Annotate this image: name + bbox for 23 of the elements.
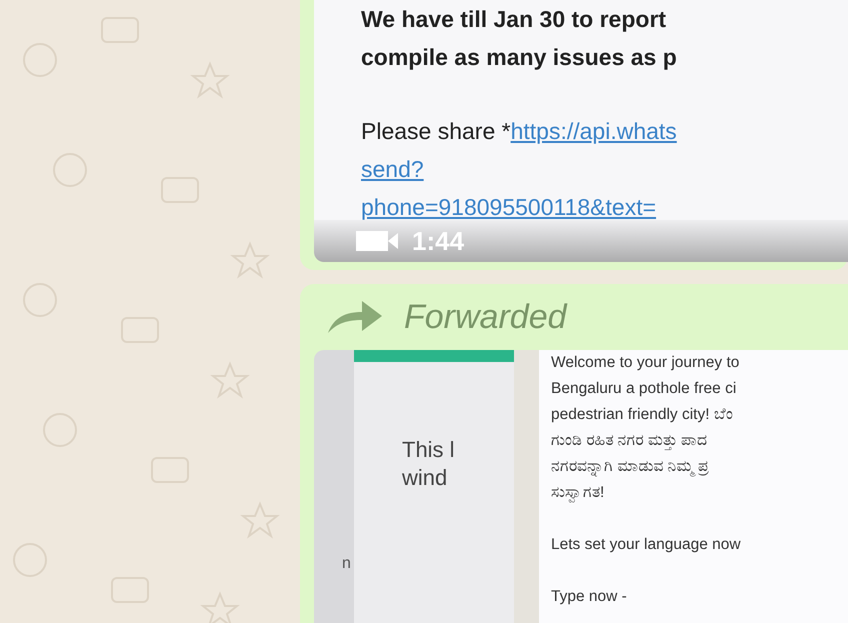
message-link[interactable]: https://api.whats [510, 118, 677, 144]
video-thumbnail[interactable]: We have till Jan 30 to report compile as many issues as p Please share *https://api.whats send? phone=918095500118&text= 1:44 [314, 0, 848, 262]
screenshot-text: Lets set your language now [551, 535, 741, 555]
screenshot-text: n [341, 555, 351, 573]
image-thumbnail[interactable]: n This l wind Welcome to your journey to Bengaluru a pothole free ci pedestrian friendly city! ಬೆಂ ಗುಂಡಿ ರಹಿತ ನಗರ ಮತ್ತು ಪಾದ ನಗರವನ್ನಾಗಿ ಮಾಡುವ ನಿಮ್ಮ ಪ್ರ ಸುಸ್ವಾಗತ! Lets set your language now Type now - [314, 350, 848, 623]
forward-arrow-icon [328, 301, 382, 333]
video-camera-icon [356, 230, 398, 252]
video-duration: 1:44 [412, 226, 464, 256]
message-text: We have till Jan 30 to report [361, 6, 666, 32]
message-text: Please share * [361, 118, 511, 144]
screenshot-text: ಸುಸ್ವಾಗತ! [551, 483, 604, 504]
message-link[interactable]: send? [361, 156, 424, 182]
dialog-text: wind [402, 464, 448, 492]
screenshot-text: Type now - [551, 587, 627, 607]
message-link[interactable]: phone=918095500118&text= [361, 194, 656, 220]
screenshot-text: Welcome to your journey to [551, 353, 740, 373]
screenshot-text: ನಗರವನ್ನಾಗಿ ಮಾಡುವ ನಿಮ್ಮ ಪ್ರ [551, 457, 709, 478]
dialog-text: This l [402, 436, 456, 464]
screenshot-text: ಗುಂಡಿ ರಹಿತ ನಗರ ಮತ್ತು ಪಾದ [551, 431, 708, 452]
screenshot-text: pedestrian friendly city! ಬೆಂ [551, 405, 733, 425]
screenshot-text: Bengaluru a pothole free ci [551, 379, 736, 399]
message-text: compile as many issues as p [361, 44, 677, 70]
forwarded-label: Forwarded [404, 298, 567, 336]
